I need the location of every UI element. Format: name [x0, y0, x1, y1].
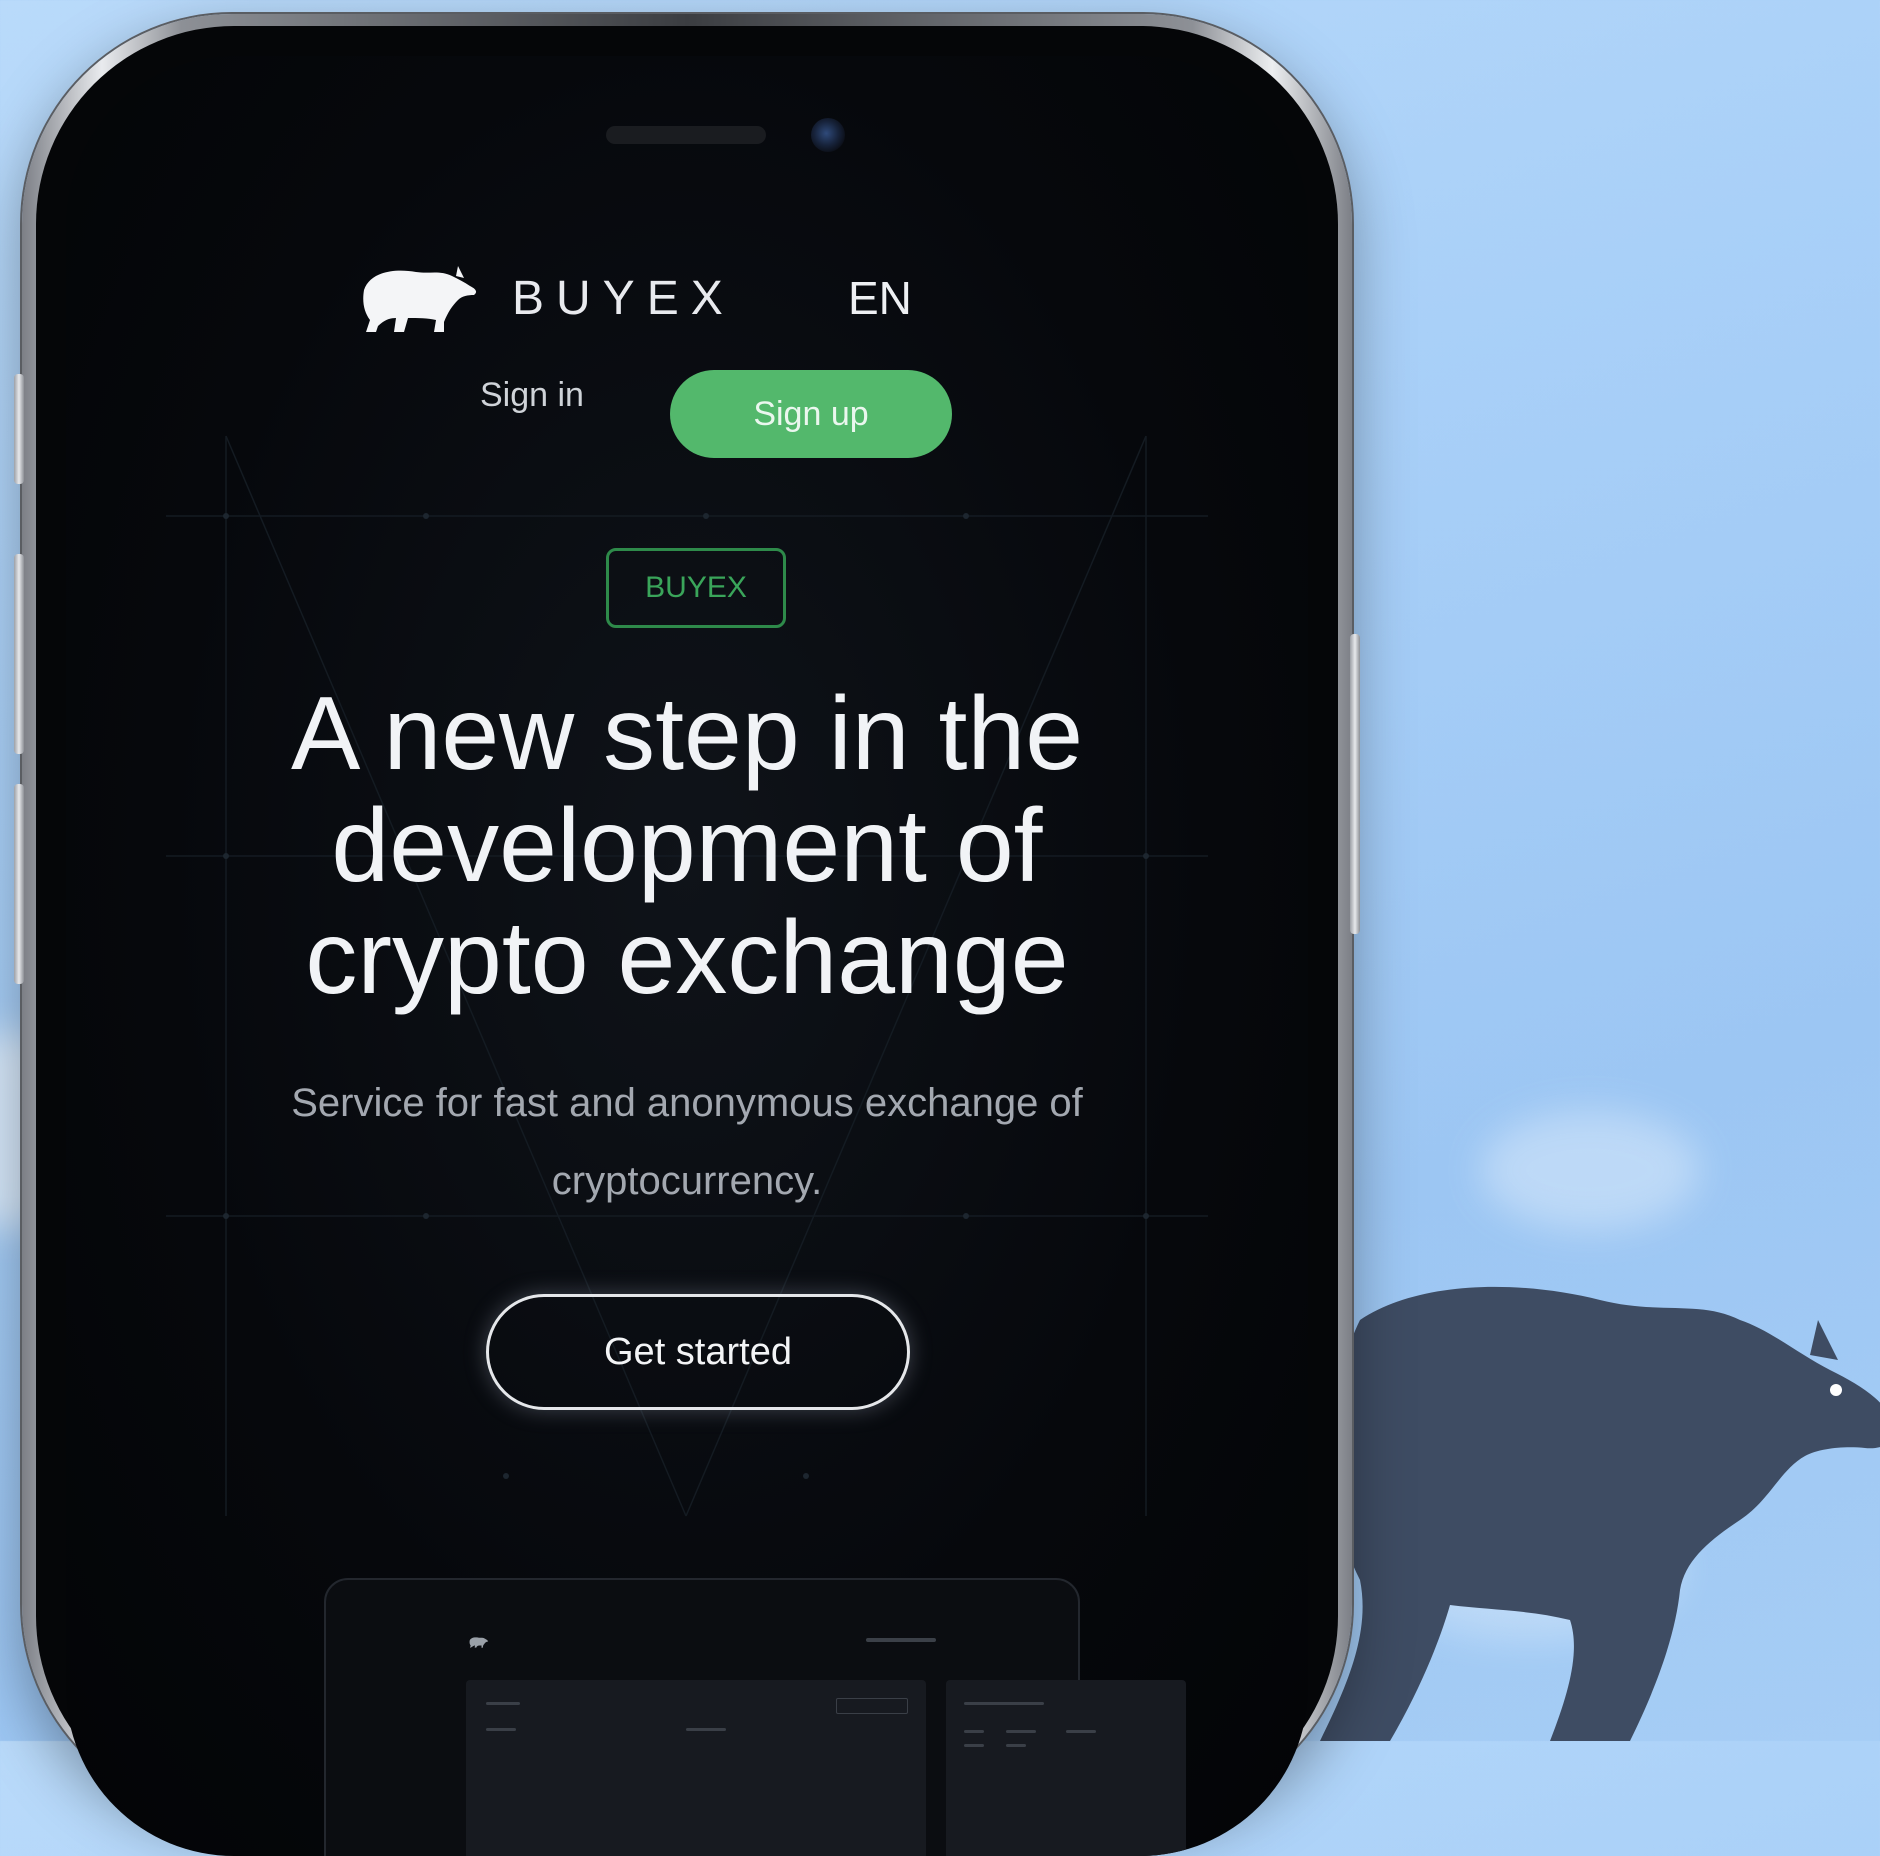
sign-in-link[interactable]: Sign in: [480, 376, 584, 415]
bear-icon: [363, 266, 477, 332]
bear-silhouette-icon: [1320, 1286, 1880, 1741]
front-camera-icon: [811, 118, 845, 152]
preview-line: [686, 1728, 726, 1731]
get-started-button[interactable]: Get started: [486, 1294, 910, 1410]
preview-line: [964, 1730, 984, 1733]
phone-mockup: BUYEX EN Sign in Sign up BUYEX A new ste…: [14, 14, 1360, 1856]
hero-subtitle: Service for fast and anonymous exchange …: [291, 1081, 1083, 1203]
phone-volume-up-button: [14, 554, 24, 754]
preview-line: [486, 1702, 520, 1705]
brand-logo[interactable]: BUYEX: [360, 262, 735, 334]
brand-badge: BUYEX: [606, 548, 786, 628]
headline-line: A new step in the: [290, 676, 1084, 792]
phone-power-button: [1350, 634, 1360, 934]
preview-panel: [466, 1680, 926, 1856]
language-selector[interactable]: EN: [848, 271, 912, 325]
preview-menu: [866, 1638, 936, 1642]
dashboard-preview-image: [324, 1578, 1186, 1856]
brand-name: BUYEX: [512, 271, 735, 325]
phone-screen: BUYEX EN Sign in Sign up BUYEX A new ste…: [66, 56, 1308, 1856]
preview-line: [1006, 1730, 1036, 1733]
phone-side-button: [14, 374, 24, 484]
headline-line: crypto exchange: [305, 900, 1069, 1016]
preview-line: [964, 1702, 1044, 1705]
preview-line: [1066, 1730, 1096, 1733]
preview-panel: [946, 1680, 1186, 1856]
preview-line: [486, 1728, 516, 1731]
preview-line: [1006, 1744, 1026, 1747]
preview-line: [964, 1744, 984, 1747]
headline-line: development of: [331, 788, 1043, 904]
phone-speaker: [606, 126, 766, 144]
preview-logo: [468, 1636, 498, 1648]
sign-up-button[interactable]: Sign up: [670, 370, 952, 458]
phone-volume-down-button: [14, 784, 24, 984]
bear-icon: [469, 1637, 489, 1648]
preview-button: [836, 1698, 908, 1714]
cloud: [1480, 1110, 1700, 1230]
hero-headline: A new step in the development of crypto …: [66, 678, 1308, 1014]
